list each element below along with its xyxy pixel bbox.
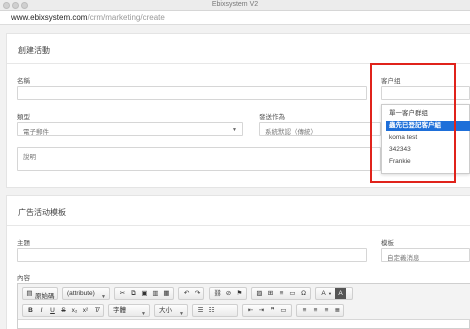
text-format-group: B I U S x₂ x² T̸ bbox=[22, 304, 104, 317]
font-select-value: 字體 bbox=[113, 307, 126, 314]
iframe-icon[interactable]: ▭ bbox=[287, 288, 298, 299]
source-button[interactable]: ▤ 原始碼 bbox=[22, 287, 58, 300]
annotation-highlight-box bbox=[370, 63, 456, 183]
align-left-icon[interactable]: ≡ bbox=[299, 305, 310, 316]
description-placeholder: 說明 bbox=[23, 154, 36, 161]
name-label: 名稱 bbox=[17, 78, 30, 85]
rich-text-editor[interactable]: ▤ 原始碼 (attribute) ▼ ✂ ⧉ ▣ ▥ ▦ ↶ ↷ ⛓ ⊘ ⚑ … bbox=[17, 283, 470, 329]
paste-text-icon[interactable]: ▥ bbox=[150, 288, 161, 299]
attribute-select-value: (attribute) bbox=[67, 290, 95, 297]
chevron-down-icon: ▼ bbox=[101, 294, 106, 300]
type-label: 類型 bbox=[17, 114, 30, 121]
insert-group: ▨ ⊞ ≡ ▭ Ω bbox=[251, 287, 311, 300]
background-color-icon[interactable]: A bbox=[335, 288, 346, 299]
template-select-value: 自定義消息 bbox=[387, 255, 420, 262]
attribute-select[interactable]: (attribute) ▼ bbox=[62, 287, 110, 300]
paste-word-icon[interactable]: ▦ bbox=[161, 288, 172, 299]
link-icon[interactable]: ⛓ bbox=[212, 288, 223, 299]
div-container-icon[interactable]: ▭ bbox=[278, 305, 289, 316]
cut-icon[interactable]: ✂ bbox=[117, 288, 128, 299]
subject-input[interactable] bbox=[17, 248, 367, 262]
campaign-template-heading: 广告活动模板 bbox=[18, 208, 66, 217]
editor-toolbar: ▤ 原始碼 (attribute) ▼ ✂ ⧉ ▣ ▥ ▦ ↶ ↷ ⛓ ⊘ ⚑ … bbox=[18, 284, 470, 320]
url-text[interactable]: www.ebixsystem.com/crm/marketing/create bbox=[11, 13, 165, 22]
align-group: ≡ ≡ ≡ ≣ bbox=[296, 304, 344, 317]
redo-icon[interactable]: ↷ bbox=[192, 288, 203, 299]
chevron-down-icon: ▼ bbox=[141, 311, 146, 317]
remove-format-icon[interactable]: T̸ bbox=[91, 305, 102, 316]
outdent-icon[interactable]: ⇤ bbox=[245, 305, 256, 316]
subject-label: 主題 bbox=[17, 240, 30, 247]
table-icon[interactable]: ⊞ bbox=[265, 288, 276, 299]
panel-divider bbox=[7, 225, 470, 226]
chevron-down-icon: ▼ bbox=[232, 127, 237, 133]
name-input[interactable] bbox=[17, 86, 367, 100]
source-button-label: 原始碼 bbox=[35, 293, 55, 300]
horizontal-line-icon[interactable]: ≡ bbox=[276, 288, 287, 299]
color-group: A ▼ A bbox=[315, 287, 353, 300]
size-select[interactable]: 大小 ▼ bbox=[154, 304, 188, 317]
strikethrough-icon[interactable]: S bbox=[58, 305, 69, 316]
align-right-icon[interactable]: ≡ bbox=[321, 305, 332, 316]
special-char-icon[interactable]: Ω bbox=[298, 288, 309, 299]
align-justify-icon[interactable]: ≣ bbox=[332, 305, 343, 316]
bold-icon[interactable]: B bbox=[25, 305, 36, 316]
send-as-select-value: 系統默認（傳統） bbox=[265, 129, 317, 136]
history-group: ↶ ↷ bbox=[178, 287, 204, 300]
underline-icon[interactable]: U bbox=[47, 305, 58, 316]
template-label: 模板 bbox=[381, 240, 394, 247]
template-select[interactable]: 自定義消息 bbox=[381, 248, 470, 262]
send-as-select[interactable]: 系統默認（傳統） bbox=[259, 122, 381, 136]
description-textarea[interactable]: 說明 bbox=[17, 147, 381, 171]
source-icon: ▤ bbox=[26, 290, 33, 297]
indent-icon[interactable]: ⇥ bbox=[256, 305, 267, 316]
size-select-value: 大小 bbox=[159, 307, 172, 314]
superscript-icon[interactable]: x² bbox=[80, 305, 91, 316]
anchor-flag-icon[interactable]: ⚑ bbox=[234, 288, 245, 299]
window-titlebar: Ebixsystem V2 bbox=[0, 0, 470, 11]
list-group: ☰ ☷ bbox=[192, 304, 238, 317]
italic-icon[interactable]: I bbox=[36, 305, 47, 316]
blockquote-icon[interactable]: ❞ bbox=[267, 305, 278, 316]
send-as-label: 發送作為 bbox=[259, 114, 285, 121]
indent-group: ⇤ ⇥ ❞ ▭ bbox=[242, 304, 292, 317]
link-group: ⛓ ⊘ ⚑ bbox=[209, 287, 247, 300]
type-select-value: 電子郵件 bbox=[23, 129, 49, 136]
clipboard-group: ✂ ⧉ ▣ ▥ ▦ bbox=[114, 287, 174, 300]
address-bar[interactable]: www.ebixsystem.com/crm/marketing/create bbox=[0, 11, 470, 25]
unlink-icon[interactable]: ⊘ bbox=[223, 288, 234, 299]
font-select[interactable]: 字體 ▼ bbox=[108, 304, 150, 317]
type-select[interactable]: 電子郵件 ▼ bbox=[17, 122, 243, 136]
align-center-icon[interactable]: ≡ bbox=[310, 305, 321, 316]
subscript-icon[interactable]: x₂ bbox=[69, 305, 80, 316]
content-label: 內容 bbox=[17, 275, 30, 282]
copy-icon[interactable]: ⧉ bbox=[128, 288, 139, 299]
undo-icon[interactable]: ↶ bbox=[181, 288, 192, 299]
chevron-down-icon: ▼ bbox=[328, 291, 332, 296]
bullet-list-icon[interactable]: ☷ bbox=[206, 305, 217, 316]
paste-icon[interactable]: ▣ bbox=[139, 288, 150, 299]
image-icon[interactable]: ▨ bbox=[254, 288, 265, 299]
numbered-list-icon[interactable]: ☰ bbox=[195, 305, 206, 316]
window-title: Ebixsystem V2 bbox=[211, 1, 259, 8]
chevron-down-icon: ▼ bbox=[179, 311, 184, 317]
create-campaign-heading: 創建活動 bbox=[18, 46, 50, 55]
